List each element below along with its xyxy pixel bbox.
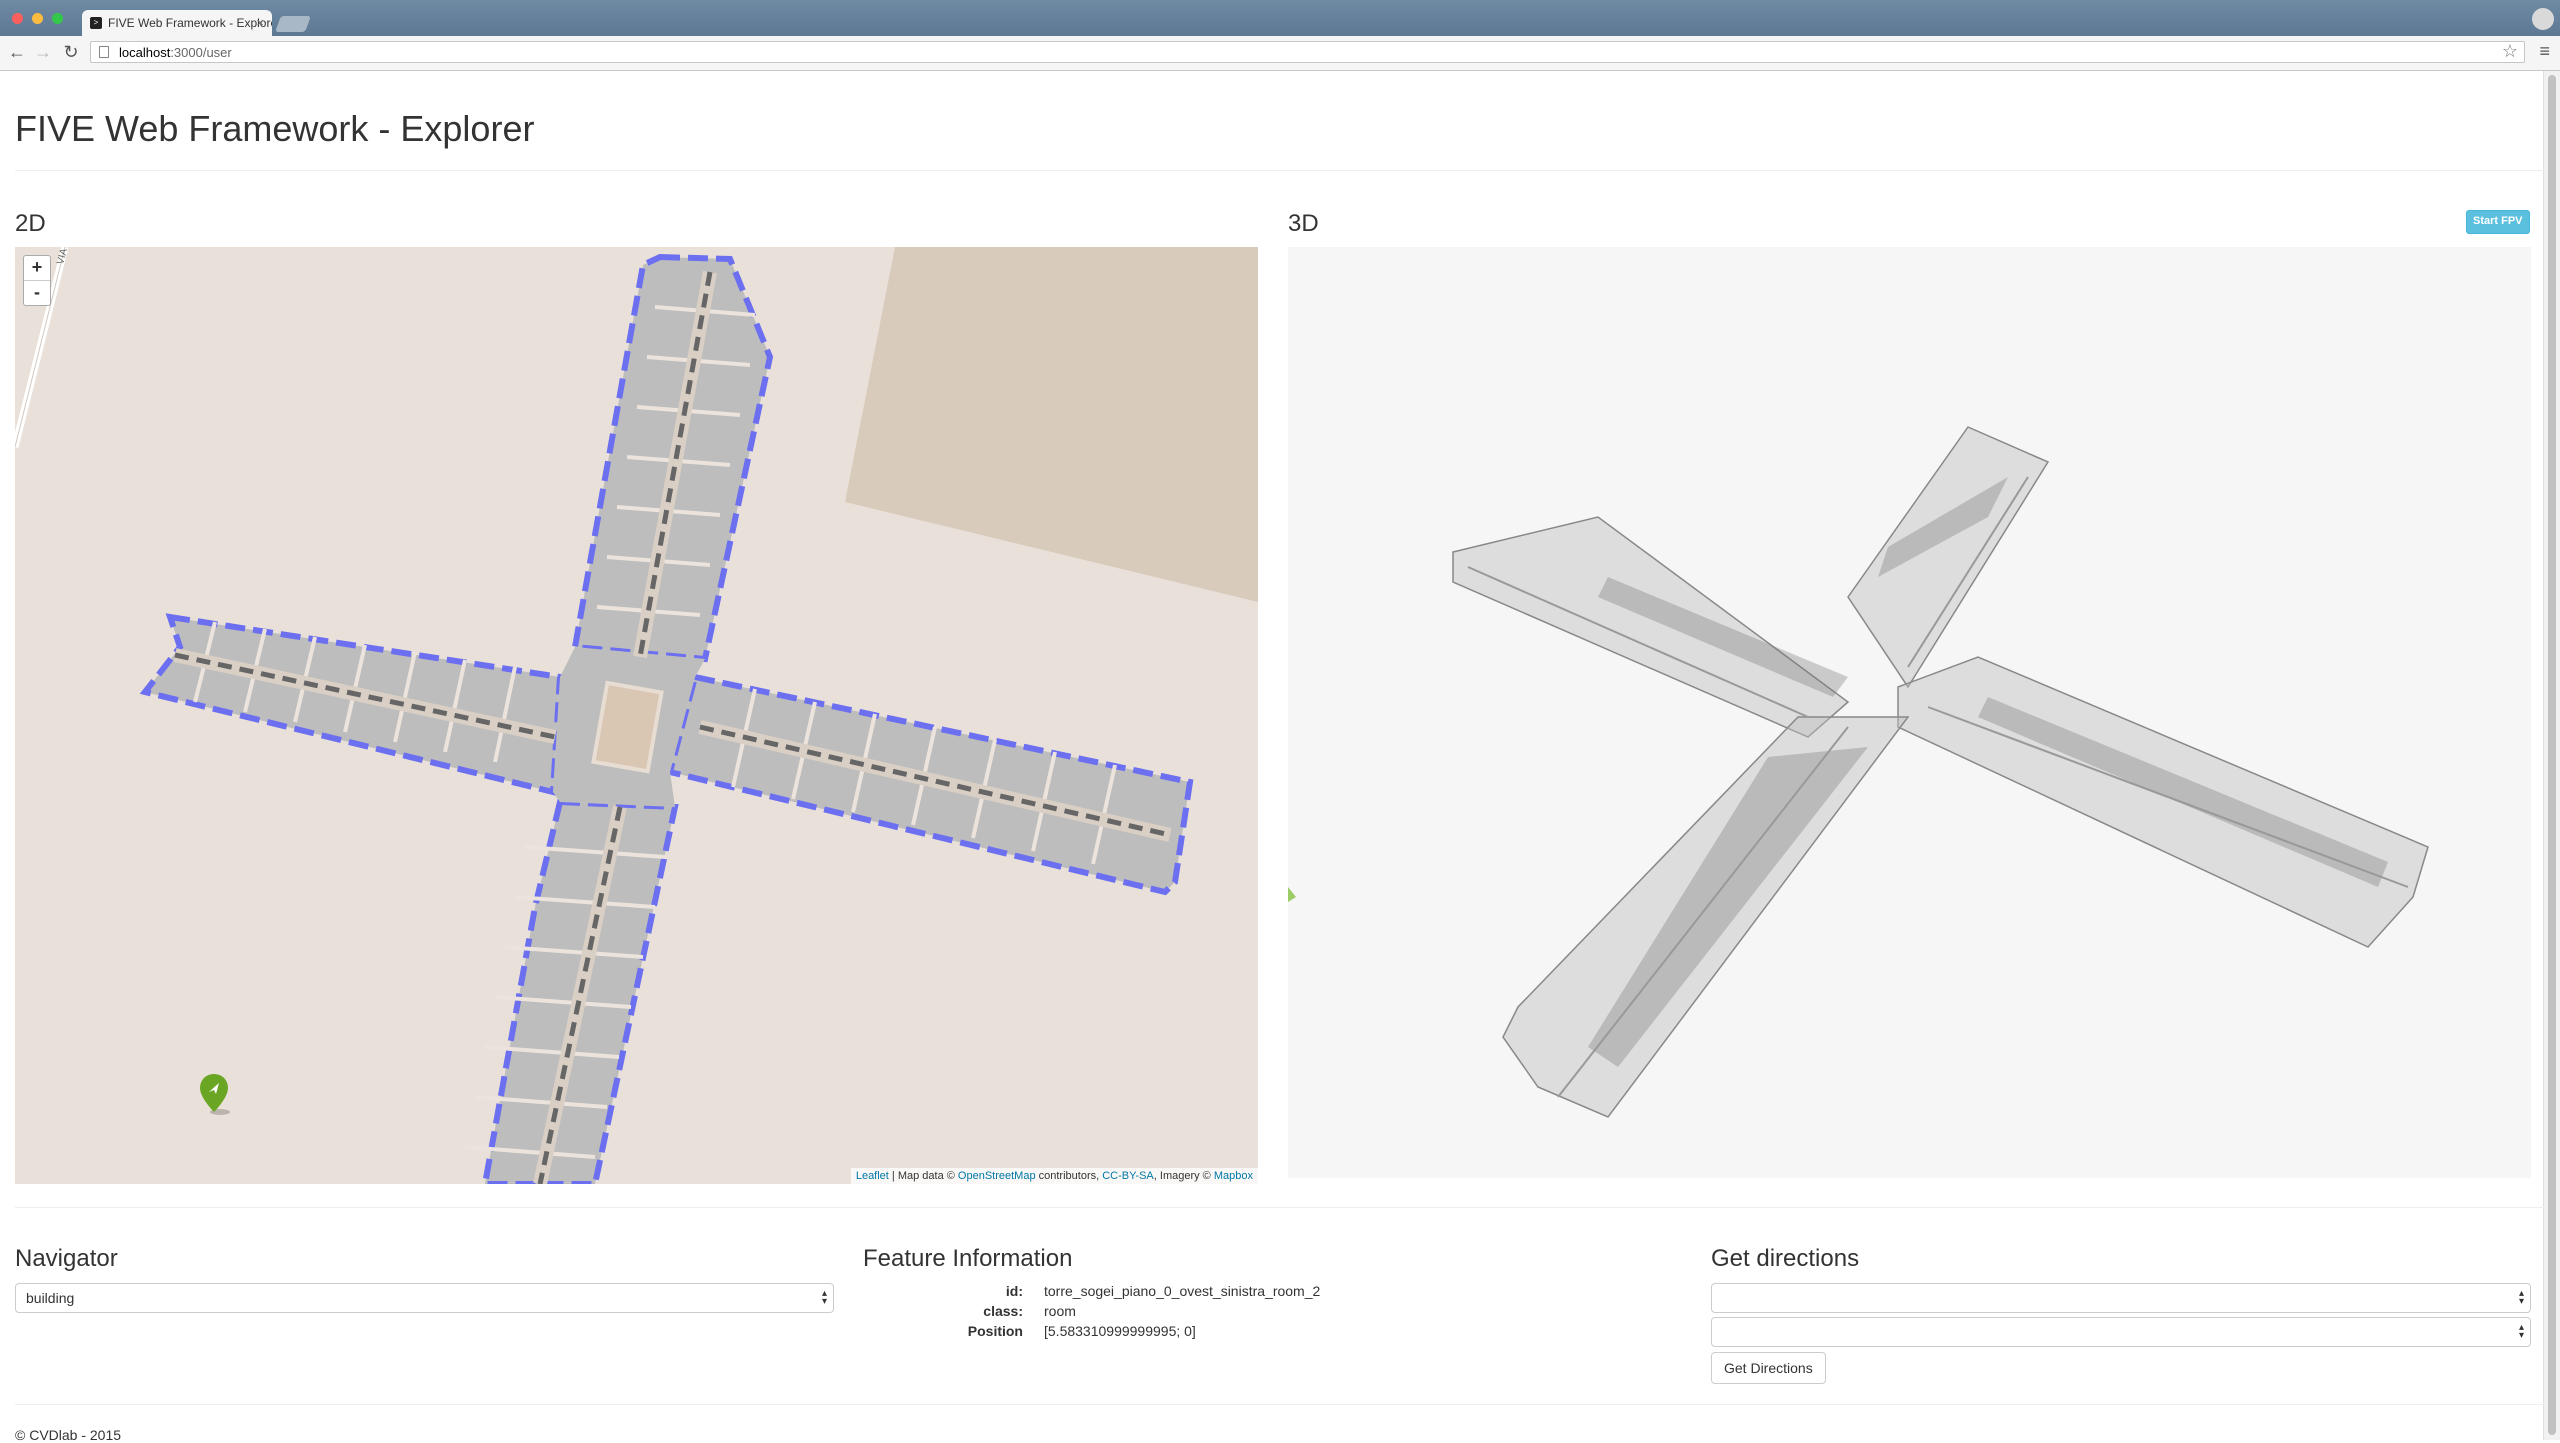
- bookmark-star-icon[interactable]: ☆: [2502, 41, 2518, 62]
- zoom-out-button[interactable]: -: [24, 281, 50, 305]
- get-directions-button[interactable]: Get Directions: [1711, 1352, 1826, 1384]
- map-tiles: VIA: [15, 247, 1258, 1184]
- back-arrow-icon[interactable]: ←: [6, 41, 28, 63]
- browser-toolbar: ← → ↻ localhost:3000/user ☆ ≡: [0, 36, 2560, 71]
- license-link[interactable]: CC-BY-SA: [1102, 1170, 1154, 1182]
- attribution-text: | Map data ©: [888, 1170, 958, 1182]
- browser-tab[interactable]: > FIVE Web Framework - Explorer ×: [82, 10, 272, 36]
- navigator-select[interactable]: building ▴ ▾: [15, 1283, 834, 1313]
- browser-titlebar: > FIVE Web Framework - Explorer ×: [0, 0, 2560, 36]
- scrollbar-thumb[interactable]: [2548, 75, 2556, 1435]
- wing-southeast: [1897, 656, 2429, 948]
- terminal-favicon-icon: >: [90, 17, 102, 29]
- footer-text: © CVDlab - 2015: [15, 1427, 122, 1443]
- section-2d-heading: 2D: [15, 210, 46, 237]
- url-path: :3000/user: [170, 45, 232, 60]
- leaflet-link[interactable]: Leaflet: [856, 1170, 889, 1182]
- feature-info-heading: Feature Information: [863, 1245, 1073, 1272]
- attribution-imagery: , Imagery ©: [1153, 1170, 1214, 1182]
- section-divider: [15, 1207, 2545, 1208]
- navigator-heading: Navigator: [15, 1245, 118, 1272]
- tab-close-icon[interactable]: ×: [256, 15, 264, 30]
- title-divider: [15, 170, 2545, 171]
- mapbox-link[interactable]: Mapbox: [1214, 1170, 1253, 1182]
- new-tab-button[interactable]: [275, 16, 311, 32]
- forward-arrow-icon[interactable]: →: [32, 41, 54, 63]
- feature-key: Position: [967, 1323, 1023, 1339]
- feature-value: [5.583310999999995; 0]: [1044, 1323, 1196, 1339]
- footer-divider: [15, 1404, 2545, 1405]
- attribution-contrib: contributors,: [1035, 1170, 1103, 1182]
- feature-value: torre_sogei_piano_0_ovest_sinistra_room_…: [1044, 1283, 1321, 1299]
- player-marker: [1288, 887, 1296, 902]
- feature-value: room: [1044, 1303, 1076, 1319]
- maximize-window-button[interactable]: [52, 13, 63, 24]
- vertical-scrollbar[interactable]: [2543, 71, 2560, 1440]
- map-attribution: Leaflet | Map data © OpenStreetMap contr…: [850, 1168, 1258, 1184]
- 3d-model: [1288, 426, 2429, 1118]
- zoom-in-button[interactable]: +: [24, 256, 50, 281]
- url-host: localhost: [119, 45, 171, 60]
- profile-avatar-icon[interactable]: [2532, 8, 2554, 30]
- page-title: FIVE Web Framework - Explorer: [15, 108, 535, 149]
- reload-icon[interactable]: ↻: [60, 41, 82, 63]
- page-icon: [99, 46, 109, 58]
- landuse-area: [845, 247, 1258, 602]
- map-2d[interactable]: VIA + - Leaflet | Map data © OpenStreetM…: [15, 247, 1258, 1184]
- directions-from-select[interactable]: ▴ ▾: [1711, 1283, 2531, 1313]
- feature-key: id:: [1005, 1283, 1023, 1299]
- select-arrows-icon: ▴ ▾: [2518, 1322, 2524, 1341]
- directions-heading: Get directions: [1711, 1245, 1860, 1272]
- select-arrows-icon: ▴ ▾: [821, 1288, 827, 1307]
- section-3d-heading: 3D: [1288, 210, 1319, 237]
- location-marker-icon[interactable]: [198, 1072, 234, 1116]
- start-fpv-button[interactable]: Start FPV: [2466, 210, 2530, 234]
- road-label: VIA: [55, 247, 70, 266]
- select-arrows-icon: ▴ ▾: [2518, 1288, 2524, 1307]
- osm-link[interactable]: OpenStreetMap: [958, 1170, 1036, 1182]
- directions-to-select[interactable]: ▴ ▾: [1711, 1317, 2531, 1347]
- feature-key: class:: [983, 1303, 1023, 1319]
- zoom-control: + -: [23, 255, 51, 306]
- tab-title: FIVE Web Framework - Explorer: [108, 16, 272, 30]
- wing-northeast: [1847, 426, 2050, 689]
- browser-menu-icon[interactable]: ≡: [2539, 41, 2550, 62]
- address-bar[interactable]: localhost:3000/user: [90, 41, 2525, 63]
- close-window-button[interactable]: [12, 13, 23, 24]
- courtyard: [591, 680, 664, 774]
- wing-northwest: [1452, 516, 1850, 738]
- minimize-window-button[interactable]: [32, 13, 43, 24]
- view-3d[interactable]: [1288, 247, 2531, 1178]
- navigator-selected-value: building: [26, 1290, 75, 1306]
